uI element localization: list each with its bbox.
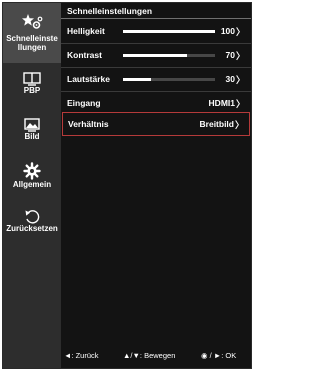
setting-label: Lautstärke	[67, 74, 110, 84]
setting-label: Verhältnis	[68, 119, 109, 129]
sidebar-item-allgemein[interactable]: Allgemein	[3, 160, 61, 192]
setting-value: Breitbild	[199, 119, 234, 129]
button-hints: ◄: Zurück ▲/▼: Bewegen ◉ / ►: OK	[3, 351, 251, 363]
chevron-right-icon: 〉	[235, 27, 245, 37]
setting-label: Eingang	[67, 98, 101, 108]
hint-ok: ◉ / ►: OK	[201, 351, 237, 360]
setting-value: 100	[220, 26, 235, 36]
volume-slider[interactable]	[123, 78, 215, 81]
sidebar-item-label: llungen	[17, 43, 47, 52]
setting-value: 30	[225, 74, 235, 84]
hint-move: ▲/▼: Bewegen	[123, 351, 176, 360]
star-gears-icon	[22, 14, 43, 29]
setting-label: Helligkeit	[67, 26, 105, 36]
page-title: Schnelleinstellungen	[67, 6, 153, 16]
sidebar-item-label: PBP	[23, 86, 41, 95]
setting-row-helligkeit[interactable]: Helligkeit 100 〉	[61, 19, 251, 43]
sidebar-item-pbp[interactable]: PBP	[3, 69, 61, 99]
picture-icon	[24, 118, 40, 132]
contrast-slider[interactable]	[123, 54, 215, 57]
chevron-right-icon: 〉	[235, 99, 245, 109]
chevron-right-icon: 〉	[235, 75, 245, 85]
settings-panel: Schnelleinstellungen Helligkeit 100 〉 Ko…	[61, 3, 251, 368]
slider-fill	[123, 54, 188, 57]
reset-icon	[25, 210, 40, 224]
sidebar-item-label: Zurücksetzen	[6, 224, 58, 233]
setting-row-verhaeltnis[interactable]: Verhältnis Breitbild 〉	[62, 112, 250, 136]
sidebar-item-label: Allgemein	[12, 180, 52, 189]
brightness-slider[interactable]	[123, 30, 215, 33]
sidebar-item-schnelleinstellungen[interactable]: Schnelleinste llungen	[3, 3, 61, 63]
sidebar-item-label: Schnelleinste	[6, 34, 58, 43]
setting-label: Kontrast	[67, 50, 102, 60]
hint-back: ◄: Zurück	[64, 351, 99, 360]
setting-row-lautstaerke[interactable]: Lautstärke 30 〉	[61, 67, 251, 91]
setting-value: 70	[225, 50, 235, 60]
pbp-monitor-icon	[23, 72, 41, 86]
sidebar-item-zuruecksetzen[interactable]: Zurücksetzen	[3, 206, 61, 238]
slider-fill	[123, 78, 151, 81]
chevron-right-icon: 〉	[235, 51, 245, 61]
slider-fill	[123, 30, 215, 33]
setting-value: HDMI1	[208, 98, 235, 108]
osd-menu: Schnelleinste llungen PBP Bild Allgemein…	[2, 2, 252, 369]
gear-icon	[23, 162, 41, 180]
sidebar: Schnelleinste llungen PBP Bild Allgemein…	[3, 3, 61, 368]
chevron-right-icon: 〉	[234, 120, 244, 130]
setting-row-kontrast[interactable]: Kontrast 70 〉	[61, 43, 251, 67]
sidebar-item-label: Bild	[24, 132, 40, 141]
sidebar-item-bild[interactable]: Bild	[3, 115, 61, 145]
